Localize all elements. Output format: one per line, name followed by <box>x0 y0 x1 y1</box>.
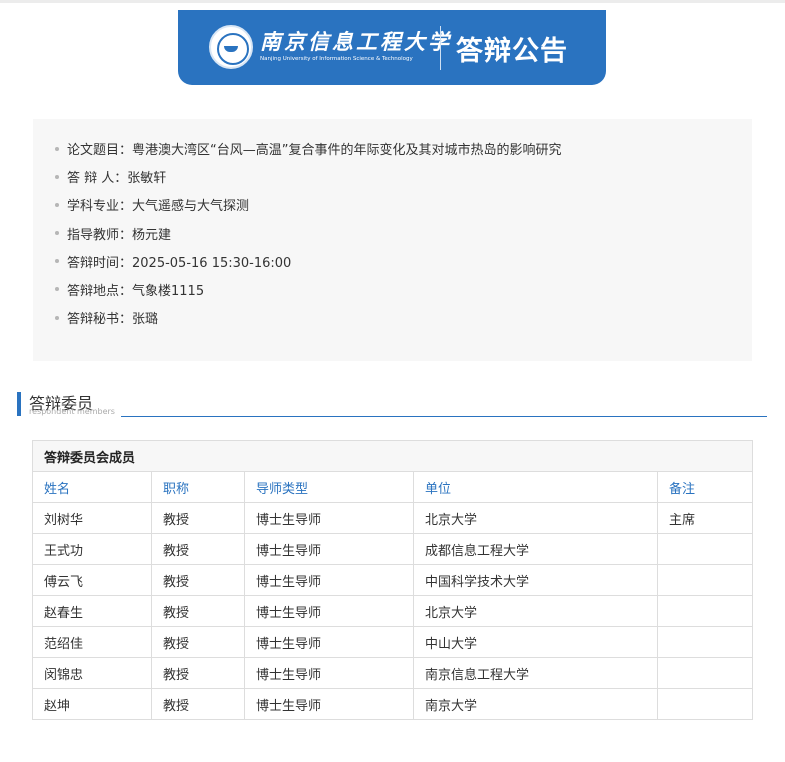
column-header-institution: 单位 <box>413 471 658 503</box>
cell-remark <box>656 657 754 689</box>
cell-institution: 中山大学 <box>413 626 658 658</box>
cell-advisor-type: 博士生导师 <box>244 595 414 627</box>
info-label: 论文题目： <box>67 143 133 158</box>
cell-name: 王式功 <box>32 533 152 565</box>
cell-institution: 成都信息工程大学 <box>413 533 658 565</box>
cell-remark <box>656 688 754 720</box>
section-accent-bar <box>17 392 21 416</box>
bullet-icon <box>55 315 59 320</box>
bullet-icon <box>55 287 59 292</box>
table-row: 刘树华 教授 博士生导师 北京大学 主席 <box>32 502 754 534</box>
column-header-title: 职称 <box>151 471 245 503</box>
cell-title: 教授 <box>151 626 245 658</box>
cell-name: 范绍佳 <box>32 626 152 658</box>
cell-name: 闵锦忠 <box>32 657 152 689</box>
info-label: 答 辩 人： <box>67 171 128 187</box>
cell-remark <box>656 595 754 627</box>
committee-members-table: 答辩委员会成员 姓名 职称 导师类型 单位 备注 刘树华 教授 博士生导师 北京… <box>31 440 754 720</box>
cell-title: 教授 <box>151 595 245 627</box>
cell-name: 傅云飞 <box>32 564 152 596</box>
cell-title: 教授 <box>151 657 245 689</box>
cell-advisor-type: 博士生导师 <box>244 688 414 720</box>
info-value: 粤港澳大湾区“台风—高温”复合事件的年际变化及其对城市热岛的影响研究 <box>132 143 562 158</box>
section-subtitle: respondent members <box>29 407 115 416</box>
university-name-en: Nanjing University of Information Scienc… <box>260 56 413 62</box>
info-label: 答辩地点： <box>67 283 133 299</box>
info-item-thesis-title: 论文题目：粤港澳大湾区“台风—高温”复合事件的年际变化及其对城市热岛的影响研究 <box>55 141 562 169</box>
cell-remark <box>656 626 754 658</box>
page-title: 答辩公告 <box>456 36 568 67</box>
top-divider <box>0 0 785 3</box>
bullet-icon <box>55 146 59 151</box>
cell-advisor-type: 博士生导师 <box>244 564 414 596</box>
info-item-secretary: 答辩秘书：张璐 <box>55 310 562 338</box>
column-header-advisor-type: 导师类型 <box>244 471 414 503</box>
info-label: 学科专业： <box>67 199 133 215</box>
cell-institution: 南京大学 <box>413 688 658 720</box>
column-header-name: 姓名 <box>32 471 152 503</box>
column-header-remark: 备注 <box>656 471 754 503</box>
table-header-row: 姓名 职称 导师类型 单位 备注 <box>32 471 754 503</box>
cell-institution: 北京大学 <box>413 595 658 627</box>
info-item-time: 答辩时间：2025-05-16 15:30-16:00 <box>55 254 562 282</box>
cell-institution: 中国科学技术大学 <box>413 564 658 596</box>
info-value: 张敏轩 <box>127 171 167 187</box>
header-banner: 南京信息工程大学 Nanjing University of Informati… <box>178 10 606 85</box>
table-row: 闵锦忠 教授 博士生导师 南京信息工程大学 <box>32 657 754 689</box>
info-value: 张璐 <box>132 312 159 328</box>
info-value: 2025-05-16 15:30-16:00 <box>132 255 292 271</box>
cell-name: 刘树华 <box>32 502 152 534</box>
cell-advisor-type: 博士生导师 <box>244 502 414 534</box>
bullet-icon <box>55 174 59 179</box>
info-value: 大气遥感与大气探测 <box>132 199 250 215</box>
info-label: 指导教师： <box>67 227 133 243</box>
bullet-icon <box>55 231 59 236</box>
cell-title: 教授 <box>151 564 245 596</box>
cell-advisor-type: 博士生导师 <box>244 533 414 565</box>
info-item-major: 学科专业：大气遥感与大气探测 <box>55 197 562 225</box>
university-name-cn: 南京信息工程大学 <box>260 29 452 54</box>
table-row: 赵坤 教授 博士生导师 南京大学 <box>32 688 754 720</box>
cell-title: 教授 <box>151 502 245 534</box>
section-underline <box>121 416 767 417</box>
info-item-advisor: 指导教师：杨元建 <box>55 226 562 254</box>
cell-title: 教授 <box>151 533 245 565</box>
bullet-icon <box>55 202 59 207</box>
info-value: 气象楼1115 <box>132 283 205 299</box>
info-item-defender: 答 辩 人：张敏轩 <box>55 169 562 197</box>
defense-info-list: 论文题目：粤港澳大湾区“台风—高温”复合事件的年际变化及其对城市热岛的影响研究 … <box>55 141 562 338</box>
table-row: 赵春生 教授 博士生导师 北京大学 <box>32 595 754 627</box>
info-item-location: 答辩地点：气象楼1115 <box>55 282 562 310</box>
cell-remark <box>656 564 754 596</box>
university-seal-icon <box>209 25 253 69</box>
bullet-icon <box>55 259 59 264</box>
cell-advisor-type: 博士生导师 <box>244 657 414 689</box>
info-value: 杨元建 <box>132 227 172 243</box>
table-row: 傅云飞 教授 博士生导师 中国科学技术大学 <box>32 564 754 596</box>
table-row: 范绍佳 教授 博士生导师 中山大学 <box>32 626 754 658</box>
info-label: 答辩秘书： <box>67 312 133 328</box>
info-label: 答辩时间： <box>67 255 133 271</box>
table-caption: 答辩委员会成员 <box>31 440 754 472</box>
cell-remark: 主席 <box>656 502 754 534</box>
cell-title: 教授 <box>151 688 245 720</box>
table-row: 王式功 教授 博士生导师 成都信息工程大学 <box>32 533 754 565</box>
cell-name: 赵坤 <box>32 688 152 720</box>
cell-institution: 南京信息工程大学 <box>413 657 658 689</box>
cell-remark <box>656 533 754 565</box>
banner-divider <box>440 26 441 70</box>
committee-section-header: 答辩委员 respondent members <box>17 390 767 418</box>
cell-advisor-type: 博士生导师 <box>244 626 414 658</box>
cell-name: 赵春生 <box>32 595 152 627</box>
defense-info-panel: 论文题目：粤港澳大湾区“台风—高温”复合事件的年际变化及其对城市热岛的影响研究 … <box>33 119 752 361</box>
cell-institution: 北京大学 <box>413 502 658 534</box>
table-caption-row: 答辩委员会成员 <box>31 440 754 472</box>
